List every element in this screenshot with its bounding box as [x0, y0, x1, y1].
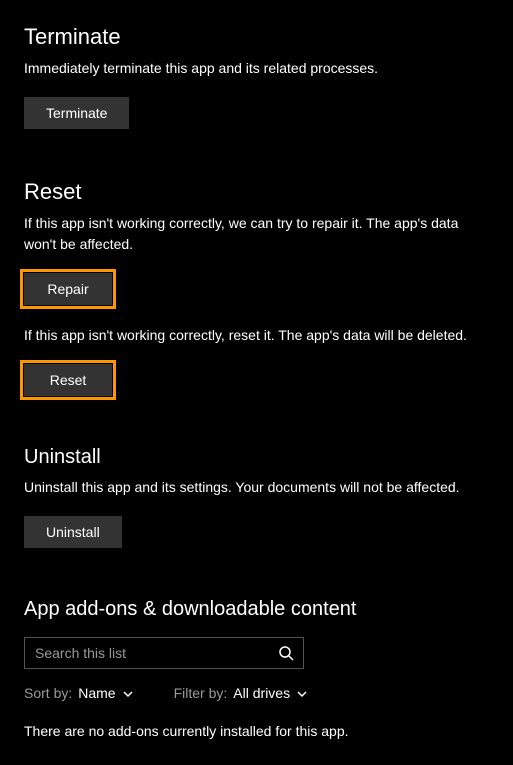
reset-desc: If this app isn't working correctly, res…: [24, 325, 489, 346]
search-input[interactable]: [24, 637, 304, 669]
uninstall-button[interactable]: Uninstall: [24, 516, 122, 548]
addons-title: App add-ons & downloadable content: [24, 598, 489, 621]
addons-section: App add-ons & downloadable content Sort …: [24, 598, 489, 739]
chevron-down-icon: [296, 687, 308, 699]
chevron-down-icon: [122, 687, 134, 699]
reset-title: Reset: [24, 179, 489, 205]
repair-desc: If this app isn't working correctly, we …: [24, 213, 489, 255]
search-container: [24, 637, 304, 669]
uninstall-title: Uninstall: [24, 446, 489, 469]
uninstall-desc: Uninstall this app and its settings. You…: [24, 477, 489, 498]
filter-label: Filter by:: [174, 685, 228, 701]
repair-button[interactable]: Repair: [24, 273, 112, 305]
terminate-section: Terminate Immediately terminate this app…: [24, 24, 489, 129]
terminate-title: Terminate: [24, 24, 489, 50]
terminate-desc: Immediately terminate this app and its r…: [24, 58, 489, 79]
addons-empty-message: There are no add-ons currently installed…: [24, 723, 489, 739]
filter-bar: Sort by: Name Filter by: All drives: [24, 685, 489, 701]
uninstall-section: Uninstall Uninstall this app and its set…: [24, 446, 489, 548]
filter-by-dropdown[interactable]: Filter by: All drives: [174, 685, 308, 701]
reset-section: Reset If this app isn't working correctl…: [24, 179, 489, 396]
sort-by-dropdown[interactable]: Sort by: Name: [24, 685, 134, 701]
reset-button[interactable]: Reset: [24, 364, 112, 396]
sort-label: Sort by:: [24, 685, 72, 701]
sort-value: Name: [78, 685, 115, 701]
filter-value: All drives: [233, 685, 290, 701]
terminate-button[interactable]: Terminate: [24, 97, 129, 129]
